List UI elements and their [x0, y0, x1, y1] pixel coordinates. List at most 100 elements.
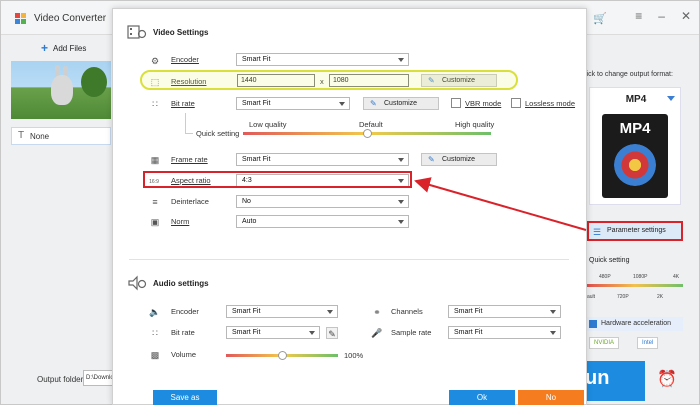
tree-connector: [185, 113, 186, 133]
mp4-icon-text: MP4: [619, 120, 651, 137]
parameter-settings-button[interactable]: ☰ Parameter settings: [587, 221, 683, 241]
gear-icon: ⚙: [150, 56, 160, 66]
bitrate-label: Bit rate: [171, 99, 195, 108]
norm-select[interactable]: Auto: [236, 215, 409, 228]
sample-rate-select[interactable]: Smart Fit: [448, 326, 561, 339]
aspect-ratio-highlight-annotation: [143, 171, 412, 188]
alarm-clock-icon[interactable]: ⏰: [657, 369, 677, 389]
ok-button[interactable]: Ok: [449, 390, 515, 405]
quick-setting-track: [587, 284, 683, 287]
tick-default: ault: [587, 294, 596, 300]
norm-value: Auto: [242, 218, 257, 225]
app-logo-icon: [15, 13, 26, 24]
video-settings-icon: [127, 25, 147, 39]
framerate-customize-button[interactable]: ✎ Customize: [421, 153, 497, 166]
vbr-mode-checkbox[interactable]: [451, 98, 461, 108]
chevron-down-icon: [398, 220, 404, 224]
bitrate-customize-button[interactable]: ✎ Customize: [363, 97, 439, 110]
chevron-down-icon: [550, 331, 556, 335]
checkbox-checked: [589, 320, 597, 328]
tick-4k: 4K: [673, 274, 680, 280]
deinterlace-icon: ≡: [152, 197, 158, 207]
audio-bitrate-edit-icon[interactable]: ✎: [326, 327, 338, 339]
deinterlace-value: No: [242, 198, 251, 205]
audio-bitrate-select[interactable]: Smart Fit: [226, 326, 320, 339]
subtitle-selector[interactable]: T None: [11, 127, 111, 145]
volume-slider-knob[interactable]: [277, 351, 287, 360]
customize-label: Customize: [442, 156, 476, 163]
framerate-select[interactable]: Smart Fit: [236, 153, 409, 166]
close-icon[interactable]: ✕: [681, 9, 691, 23]
vbr-mode-label: VBR mode: [465, 99, 502, 108]
menu-icon[interactable]: ≡: [635, 9, 642, 23]
output-format-selector[interactable]: MP4 MP4: [589, 87, 681, 205]
framerate-icon: ▦: [150, 155, 160, 165]
audio-encoder-select[interactable]: Smart Fit: [226, 305, 338, 318]
window-controls: ≡ – ✕: [635, 9, 691, 23]
audio-bitrate-label: Bit rate: [171, 328, 195, 337]
quality-slider-knob[interactable]: [362, 129, 372, 138]
thumbnail-tree: [81, 67, 107, 97]
app-title: Video Converter: [34, 13, 107, 24]
customize-label: Customize: [384, 100, 418, 107]
quick-setting-slider[interactable]: 480P 1080P 4K ault 720P 2K: [587, 272, 687, 312]
thumbnail-bunny: [51, 75, 73, 105]
video-settings-title: Video Settings: [153, 28, 209, 37]
microphone-icon: 🎤: [371, 328, 383, 338]
tree-connector: [185, 133, 193, 134]
norm-label: Norm: [171, 217, 190, 226]
intel-chip[interactable]: Intel: [637, 337, 659, 349]
audio-settings-title: Audio settings: [153, 279, 209, 288]
bitrate-icon: ∷: [152, 99, 158, 109]
encoder-value: Smart Fit: [242, 56, 271, 63]
chevron-down-icon: [339, 102, 345, 106]
plus-icon: +: [41, 41, 49, 55]
chevron-down-icon: [398, 158, 404, 162]
tick-2k: 2K: [657, 294, 664, 300]
channels-icon: ⚭: [373, 307, 381, 317]
no-button[interactable]: No: [518, 390, 584, 405]
nvidia-chip[interactable]: NVIDIA: [589, 337, 620, 349]
quick-setting-label: Quick setting: [589, 257, 630, 264]
add-files-button[interactable]: + Add Files: [11, 37, 111, 59]
low-quality-label: Low quality: [249, 120, 287, 129]
audio-encoder-label: Encoder: [171, 307, 199, 316]
run-label: un: [585, 367, 610, 389]
bitrate-value: Smart Fit: [242, 100, 271, 107]
high-quality-label: High quality: [455, 120, 495, 129]
volume-label: Volume: [171, 350, 197, 359]
video-thumbnail[interactable]: [11, 61, 111, 119]
cart-icon[interactable]: 🛒: [593, 12, 607, 25]
sample-rate-value: Smart Fit: [454, 329, 483, 336]
chevron-down-icon: [327, 310, 333, 314]
mp4-format-icon: MP4: [602, 114, 668, 198]
minimize-icon[interactable]: –: [658, 9, 665, 23]
tick-480p: 480P: [599, 274, 611, 280]
hardware-acceleration-toggle[interactable]: Hardware acceleration: [587, 317, 683, 331]
channels-value: Smart Fit: [454, 308, 483, 315]
save-as-button[interactable]: Save as: [153, 390, 217, 405]
text-icon: T: [18, 130, 25, 141]
chevron-down-icon: [398, 58, 404, 62]
output-folder-input[interactable]: D:\Downlo: [83, 370, 113, 386]
encoder-select[interactable]: Smart Fit: [236, 53, 409, 66]
film-reel-icon: [614, 144, 656, 186]
lossless-mode-label: Lossless mode: [525, 99, 576, 108]
output-folder-label: Output folder:: [37, 375, 86, 384]
deinterlace-label: Deinterlace: [171, 197, 209, 206]
framerate-label: Frame rate: [171, 155, 208, 164]
tick-1080p: 1080P: [633, 274, 648, 280]
channels-select[interactable]: Smart Fit: [448, 305, 561, 318]
settings-dialog: Video Settings ⚙ Encoder Smart Fit ⬚ Res…: [112, 8, 587, 405]
audio-settings-icon: [128, 275, 147, 291]
sample-rate-label: Sample rate: [391, 328, 432, 337]
channels-label: Channels: [391, 307, 423, 316]
lossless-mode-checkbox[interactable]: [511, 98, 521, 108]
hardware-acceleration-label: Hardware acceleration: [601, 320, 672, 327]
dropdown-arrow-icon: [667, 96, 675, 101]
deinterlace-select[interactable]: No: [236, 195, 409, 208]
pencil-icon: ✎: [370, 99, 377, 108]
run-button[interactable]: un: [581, 361, 645, 401]
bitrate-select[interactable]: Smart Fit: [236, 97, 350, 110]
monitor-icon: ▣: [150, 217, 160, 227]
